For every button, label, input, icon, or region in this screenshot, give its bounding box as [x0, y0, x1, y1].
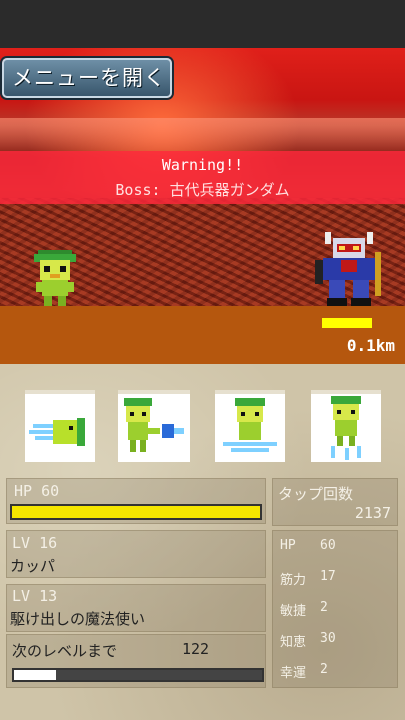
stat-name: 敏捷: [280, 604, 307, 619]
levitate-skill-icon: [223, 398, 277, 452]
stat-name: HP: [280, 538, 296, 553]
stat-name: 知恵: [280, 635, 307, 650]
next-level-label: 次のレベルまで: [12, 642, 118, 660]
xp-bar: [12, 668, 264, 682]
stat-value: 30: [320, 631, 336, 646]
boss-warning-banner: Warning!! Boss: 古代兵器ガンダム: [0, 151, 405, 204]
class-1: カッパ: [10, 557, 56, 575]
warning-text: Warning!!: [161, 156, 244, 174]
hp-bar: [10, 504, 262, 520]
skill-card-jump[interactable]: [311, 390, 381, 462]
level-2: LV 13: [12, 587, 58, 605]
stat-value: 2: [320, 600, 328, 615]
stage-progress-area: [0, 306, 405, 364]
dash-skill-icon: [29, 418, 85, 446]
stat-name: 幸運: [280, 666, 307, 681]
skill-card-dash[interactable]: [25, 390, 95, 462]
tap-count-value: 2137: [354, 504, 391, 522]
hp-label: HP 60: [14, 482, 60, 500]
stat-name: 筋力: [280, 573, 307, 588]
skill-card-punch[interactable]: [118, 390, 190, 462]
boss-hp-bar: [322, 318, 372, 328]
top-bar: [0, 0, 405, 48]
kappa-hero-sprite: [34, 250, 76, 306]
xp-bar-fill: [14, 670, 57, 680]
stat-value: 17: [320, 569, 336, 584]
tap-count-label: タップ回数: [278, 485, 354, 503]
class-2: 駆け出しの魔法使い: [10, 610, 146, 628]
distance-readout: 0.1km: [346, 336, 395, 355]
skill-card-levitate[interactable]: [215, 390, 285, 462]
level-1: LV 16: [12, 534, 58, 552]
jump-skill-icon: [331, 396, 361, 460]
next-level-value: 122: [182, 640, 210, 658]
open-menu-button[interactable]: メニューを開く: [2, 58, 172, 98]
gundam-boss-sprite: [315, 232, 381, 306]
boss-name: Boss: 古代兵器ガンダム: [115, 181, 290, 199]
stat-value: 60: [320, 538, 336, 553]
stat-value: 2: [320, 662, 328, 677]
punch-skill-icon: [124, 398, 184, 452]
